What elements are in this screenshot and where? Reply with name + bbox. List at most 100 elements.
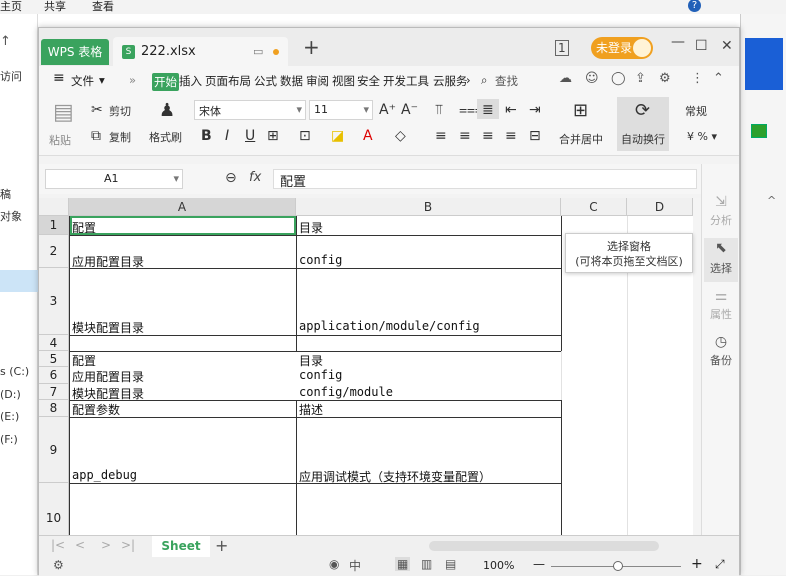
tab-file[interactable]: S 222.xlsx ▭	[113, 37, 288, 66]
select-all-corner[interactable]	[39, 198, 69, 216]
search-label[interactable]: 查找	[495, 73, 518, 89]
align-center-icon[interactable]: ≡	[459, 128, 471, 144]
grow-font-icon[interactable]: A⁺	[379, 102, 396, 118]
italic-icon[interactable]: I	[225, 128, 229, 144]
row-header-9[interactable]: 9	[39, 417, 69, 483]
percent-format-label[interactable]: ¥ % ▾	[687, 130, 717, 143]
column-header-c[interactable]: C	[561, 198, 627, 216]
login-button[interactable]: 未登录	[591, 37, 653, 59]
tab-insert[interactable]: 插入	[179, 73, 202, 89]
fill-color-icon[interactable]: ◪	[331, 128, 344, 144]
layout-icon[interactable]: 1	[555, 40, 569, 56]
distributed-icon[interactable]: ⊟	[529, 128, 541, 144]
tabs-scroll-icon[interactable]: ›	[466, 73, 471, 87]
align-top-icon[interactable]: ⫪	[435, 102, 443, 118]
sheet-tab[interactable]: Sheet	[152, 536, 210, 557]
cell-b1[interactable]: 目录	[299, 219, 323, 236]
up-arrow-icon[interactable]: ↑	[0, 34, 11, 49]
nav-item-drafts[interactable]: 稿	[0, 186, 11, 202]
new-tab-icon[interactable]: +	[303, 35, 320, 59]
wrap-text-icon[interactable]: ⟳	[635, 100, 650, 121]
cloud-sync-icon[interactable]: ☁	[559, 71, 572, 86]
cell-a5[interactable]: 配置	[72, 352, 96, 369]
tab-developer[interactable]: 开发工具	[383, 73, 429, 89]
row-header-6[interactable]: 6	[39, 367, 69, 384]
tab-cloud[interactable]: 云服务	[433, 73, 468, 89]
row-header-8[interactable]: 8	[39, 400, 69, 417]
copy-label[interactable]: 复制	[109, 129, 131, 145]
format-painter-icon[interactable]: ♟	[159, 100, 175, 121]
analyze-icon[interactable]: ⇲	[702, 194, 740, 210]
cell-b6[interactable]: config	[299, 368, 342, 382]
add-sheet-icon[interactable]: +	[215, 536, 228, 555]
align-bottom-icon[interactable]: ≣	[482, 102, 494, 118]
tab-view[interactable]: 视图	[332, 73, 355, 89]
search-icon[interactable]: ⌕	[481, 73, 487, 88]
properties-icon[interactable]: ⚌	[702, 288, 740, 304]
row-header-1[interactable]: 1	[39, 216, 69, 235]
column-header-a[interactable]: A	[69, 198, 296, 216]
nav-item-objects[interactable]: 对象	[0, 208, 22, 224]
wrap-label[interactable]: 自动换行	[621, 131, 665, 147]
font-color-icon[interactable]: A	[363, 128, 373, 144]
cut-icon[interactable]: ✂	[91, 102, 103, 118]
more-tabs-icon[interactable]: »	[129, 73, 136, 87]
vertical-scrollbar[interactable]	[693, 198, 701, 536]
side-backup-label[interactable]: 备份	[702, 352, 740, 368]
collapse-ribbon-icon[interactable]: ⌃	[713, 71, 724, 86]
page-layout-view-icon[interactable]: ▥	[421, 557, 432, 571]
explorer-menu-home[interactable]: 主页	[0, 0, 22, 14]
underline-icon[interactable]: U	[245, 128, 255, 144]
side-analyze-label[interactable]: 分析	[702, 212, 740, 228]
page-break-view-icon[interactable]: ▤	[445, 557, 456, 571]
tab-page-layout[interactable]: 页面布局	[205, 73, 251, 89]
help-icon[interactable]: ?	[688, 0, 701, 12]
align-right-icon[interactable]: ≡	[482, 128, 494, 144]
nav-item-drive-f[interactable]: (F:)	[0, 433, 18, 446]
zoom-level[interactable]: 100%	[483, 559, 514, 572]
nav-selected-item[interactable]	[0, 270, 38, 292]
zoom-slider-thumb[interactable]	[613, 561, 623, 571]
justify-icon[interactable]: ≡	[505, 128, 517, 144]
cell-b5[interactable]: 目录	[299, 352, 323, 369]
zoom-search-icon[interactable]: ⊖	[225, 170, 237, 186]
indent-increase-icon[interactable]: ⇥	[529, 102, 541, 118]
row-header-10[interactable]: 10	[39, 483, 69, 536]
nav-item-drive-c[interactable]: s (C:)	[0, 365, 29, 378]
cell-style-icon[interactable]: ⊡	[299, 128, 311, 144]
menu-file[interactable]: 文件	[71, 73, 94, 89]
copy-icon[interactable]: ⧉	[91, 128, 101, 144]
font-name-select[interactable]: 宋体 ▾	[194, 100, 306, 120]
tab-review[interactable]: 审阅	[306, 73, 329, 89]
macro-icon[interactable]: ⚙	[53, 558, 64, 572]
merge-label[interactable]: 合并居中	[559, 131, 603, 147]
input-method-icon[interactable]: 中	[349, 557, 361, 574]
column-header-b[interactable]: B	[296, 198, 561, 216]
shrink-font-icon[interactable]: A⁻	[401, 102, 418, 118]
cursor-pointer-icon[interactable]: ⬉	[702, 240, 740, 256]
cell-b7[interactable]: config/module	[299, 385, 393, 399]
explorer-menu-share[interactable]: 共享	[44, 0, 66, 14]
border-icon[interactable]: ⊞	[267, 128, 279, 144]
zoom-in-icon[interactable]: +	[691, 556, 703, 572]
tab-security[interactable]: 安全	[357, 73, 380, 89]
fullscreen-icon[interactable]: ⤢	[715, 557, 725, 572]
cell-a9[interactable]: app_debug	[72, 468, 137, 482]
hamburger-icon[interactable]: ≡	[53, 70, 65, 86]
indent-decrease-icon[interactable]: ⇤	[505, 102, 517, 118]
row-header-7[interactable]: 7	[39, 384, 69, 400]
cell-b3[interactable]: application/module/config	[299, 319, 480, 333]
row-header-2[interactable]: 2	[39, 235, 69, 268]
scroll-up-icon[interactable]: ^	[767, 194, 776, 207]
horizontal-scrollbar[interactable]	[429, 541, 659, 551]
cell-a6[interactable]: 应用配置目录	[72, 368, 144, 385]
font-size-select[interactable]: 11 ▾	[309, 100, 373, 120]
explorer-menu-view[interactable]: 查看	[92, 0, 114, 14]
paste-label[interactable]: 粘贴	[49, 132, 71, 148]
next-sheet-icon[interactable]: >	[101, 538, 111, 552]
settings-icon[interactable]: ⚙	[659, 71, 671, 86]
cell-b2[interactable]: config	[299, 253, 342, 267]
eye-protection-icon[interactable]: ◉	[329, 557, 339, 571]
nav-item-drive-e[interactable]: (E:)	[0, 410, 19, 423]
side-properties-label[interactable]: 属性	[702, 306, 740, 322]
